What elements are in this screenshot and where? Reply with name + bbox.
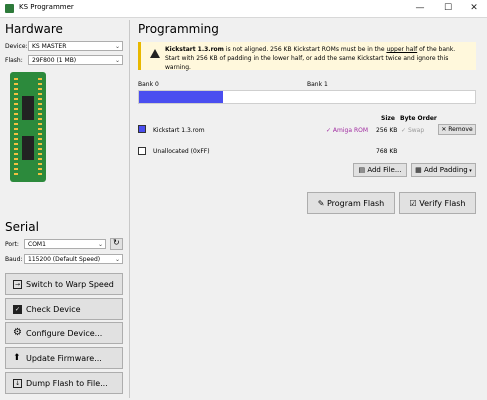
dropdown-arrow-icon: ▾ — [467, 168, 472, 174]
port-select[interactable]: COM1 ⌄ — [24, 239, 106, 249]
baud-select[interactable]: 115200 (Default Speed) ⌄ — [24, 254, 123, 264]
chevron-down-icon: ⌄ — [114, 43, 120, 50]
byte-order-column-header: Byte Order — [400, 115, 437, 122]
warning-text-part2: of the bank. — [417, 46, 456, 53]
hardware-heading: Hardware — [5, 22, 63, 36]
chevron-down-icon: ⌄ — [114, 256, 120, 263]
warning-text: Kickstart 1.3.rom is not aligned. 256 KB… — [165, 45, 475, 72]
add-padding-button[interactable]: ▦ Add Padding ▾ — [411, 163, 476, 177]
warning-text-part1: is not aligned. 256 KB Kickstart ROMs mu… — [223, 46, 387, 53]
edit-icon: ✎ — [317, 199, 327, 208]
chevron-down-icon: ⌄ — [114, 57, 120, 64]
check-device-label: Check Device — [26, 305, 81, 314]
unallocated-size: 768 KB — [376, 148, 398, 155]
board-pins — [14, 78, 42, 176]
dump-flash-label: Dump Flash to File... — [26, 379, 108, 388]
device-board-image — [10, 72, 46, 182]
add-file-button[interactable]: ▤ Add File... — [353, 163, 407, 177]
update-firmware-label: Update Firmware... — [26, 354, 102, 363]
alignment-warning: Kickstart 1.3.rom is not aligned. 256 KB… — [138, 42, 476, 72]
port-label: Port: — [5, 241, 19, 248]
pin-row-left — [14, 78, 18, 176]
device-select[interactable]: KS MASTER ⌄ — [28, 41, 123, 51]
swap-checkbox[interactable]: ✓ Swap — [401, 127, 424, 134]
baud-value: 115200 (Default Speed) — [28, 256, 101, 263]
refresh-icon: ↻ — [113, 238, 120, 247]
unallocated-swatch — [138, 147, 146, 155]
program-flash-button[interactable]: ✎ Program Flash — [307, 192, 395, 214]
minimize-button[interactable]: — — [407, 0, 433, 17]
add-file-icon: ▤ — [358, 166, 368, 174]
warp-speed-button[interactable]: → Switch to Warp Speed — [5, 273, 123, 295]
size-column-header: Size — [381, 115, 395, 122]
chip — [22, 96, 34, 120]
flash-select[interactable]: 29F800 (1 MB) ⌄ — [28, 55, 123, 65]
swap-label: Swap — [407, 127, 425, 134]
device-label: Device: — [5, 43, 28, 50]
bank-map-bar — [138, 90, 476, 104]
grid-icon: ▦ — [415, 166, 425, 174]
add-file-label: Add File... — [367, 166, 402, 174]
warp-speed-label: Switch to Warp Speed — [26, 280, 114, 289]
save-arrow-icon: ↓ — [13, 379, 22, 388]
verify-flash-label: Verify Flash — [419, 199, 466, 208]
baud-label: Baud: — [5, 256, 23, 263]
upload-arrow-icon: ⬆ — [13, 353, 21, 363]
port-value: COM1 — [28, 241, 46, 248]
configure-device-label: Configure Device... — [26, 329, 103, 338]
verify-flash-button[interactable]: ☑ Verify Flash — [399, 192, 476, 214]
amiga-rom-check: ✓ Amiga ROM — [326, 127, 369, 134]
dump-flash-button[interactable]: ↓ Dump Flash to File... — [5, 372, 123, 394]
program-flash-label: Program Flash — [326, 199, 385, 208]
warning-text-line2: Start with 256 KB of padding in the lowe… — [165, 55, 449, 71]
flash-label: Flash: — [5, 57, 23, 64]
bank1-label: Bank 1 — [307, 81, 328, 88]
gear-icon: ⚙ — [13, 327, 22, 338]
configure-device-button[interactable]: ⚙ Configure Device... — [5, 322, 123, 344]
serial-heading: Serial — [5, 220, 39, 234]
chevron-down-icon: ⌄ — [97, 241, 103, 248]
unallocated-label: Unallocated (0xFF) — [153, 148, 210, 155]
maximize-button[interactable]: ☐ — [435, 0, 461, 17]
title-bar: KS Programmer — ☐ ✕ — [0, 0, 487, 18]
checkbox-icon: ✓ — [13, 305, 22, 314]
remove-button[interactable]: ✕ Remove — [438, 124, 476, 135]
flash-value: 29F800 (1 MB) — [32, 57, 77, 64]
device-value: KS MASTER — [32, 43, 67, 50]
rom-color-swatch — [138, 125, 146, 133]
update-firmware-button[interactable]: ⬆ Update Firmware... — [5, 347, 123, 369]
remove-label: Remove — [448, 126, 473, 133]
warning-filename: Kickstart 1.3.rom — [165, 46, 224, 53]
window-title: KS Programmer — [19, 3, 74, 11]
panel-divider — [129, 20, 130, 398]
rom-size: 256 KB — [376, 127, 398, 134]
bank-used-fill — [139, 91, 223, 103]
check-box-icon: ☑ — [409, 199, 420, 208]
app-icon — [5, 4, 14, 13]
check-device-button[interactable]: ✓ Check Device — [5, 298, 123, 320]
upper-half-link[interactable]: upper half — [386, 46, 417, 53]
refresh-ports-button[interactable]: ↻ — [110, 238, 123, 250]
add-padding-label: Add Padding — [424, 166, 468, 174]
pin-row-right — [38, 78, 42, 176]
bank0-label: Bank 0 — [138, 81, 159, 88]
close-button[interactable]: ✕ — [461, 0, 487, 17]
arrow-right-box-icon: → — [13, 280, 22, 289]
warning-icon — [150, 49, 160, 58]
rom-filename: Kickstart 1.3.rom — [153, 127, 205, 134]
programming-heading: Programming — [138, 22, 219, 36]
chip — [22, 136, 34, 160]
